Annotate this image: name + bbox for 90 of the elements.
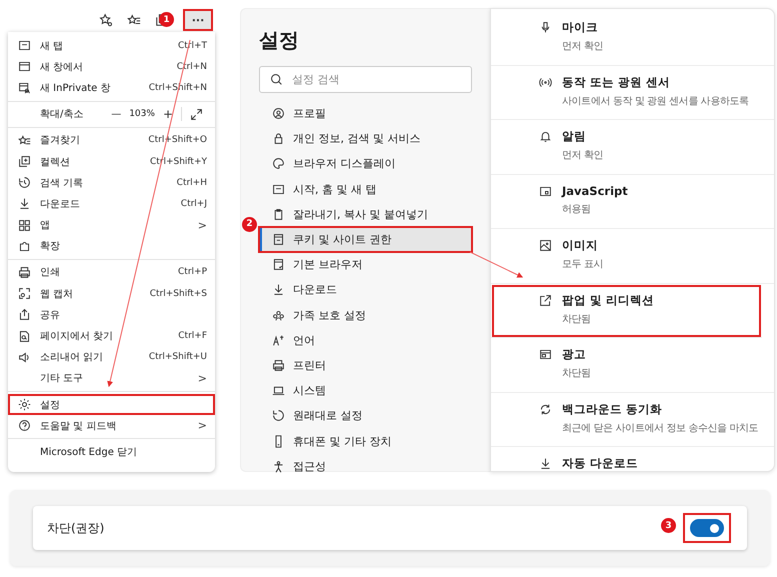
menu-item[interactable]: 웹 캡처 Ctrl+Shift+S bbox=[8, 283, 215, 304]
nav-item[interactable]: 시작, 홈 및 새 탭 bbox=[259, 176, 472, 202]
download-icon bbox=[539, 457, 552, 470]
palette-icon bbox=[272, 157, 285, 170]
nav-item[interactable]: 다운로드 bbox=[259, 277, 472, 302]
script-icon bbox=[539, 184, 552, 198]
reset-icon bbox=[272, 409, 285, 422]
arrow bbox=[470, 252, 524, 278]
nav-item[interactable]: 쿠키 및 사이트 권한 bbox=[259, 226, 472, 252]
permission-item[interactable]: 마이크 먼저 확인 bbox=[491, 11, 774, 66]
language-icon bbox=[272, 334, 285, 347]
ad-icon bbox=[539, 348, 552, 361]
zoom-in-button[interactable]: + bbox=[158, 107, 177, 122]
collections-icon bbox=[18, 155, 31, 168]
nav-item[interactable]: 기본 브라우저 bbox=[259, 252, 472, 278]
step-badge: 2 bbox=[242, 216, 257, 232]
microphone-icon bbox=[539, 21, 552, 34]
expand-icon bbox=[190, 108, 203, 121]
find-icon bbox=[18, 330, 31, 343]
window-icon bbox=[18, 81, 31, 94]
settings-icon bbox=[18, 398, 31, 412]
menu-item[interactable]: 확장 bbox=[8, 236, 215, 257]
page-icon bbox=[272, 258, 285, 272]
apps-icon bbox=[18, 218, 31, 232]
menu-item[interactable]: 설정 bbox=[8, 394, 215, 416]
permission-item[interactable]: 알림 먼저 확인 bbox=[491, 120, 774, 174]
sync-icon bbox=[539, 402, 552, 416]
tab-icon bbox=[18, 39, 31, 52]
setting-label: 차단(권장) bbox=[47, 520, 104, 536]
zoom-label: 확대/축소 bbox=[40, 108, 84, 122]
family-icon bbox=[272, 308, 285, 322]
image-icon bbox=[539, 239, 552, 252]
star-icon bbox=[127, 13, 141, 27]
toggle-switch[interactable] bbox=[690, 519, 724, 537]
download-icon bbox=[272, 283, 285, 296]
speaker-icon bbox=[18, 350, 31, 364]
popup-icon bbox=[539, 294, 552, 306]
printer-icon bbox=[18, 266, 31, 279]
nav-item[interactable]: 프로필 bbox=[259, 101, 472, 126]
menu-item[interactable]: 소리내어 읽기 Ctrl+Shift+U bbox=[8, 346, 215, 368]
menu-item[interactable]: 검색 기록 Ctrl+H bbox=[8, 172, 215, 194]
star-icon bbox=[18, 134, 31, 147]
nav-item[interactable]: 휴대폰 및 기타 장치 bbox=[259, 428, 472, 454]
bell-icon bbox=[539, 130, 552, 143]
nav-item[interactable]: 프린터 bbox=[259, 352, 472, 378]
permission-item[interactable]: 이미지 모두 표시 bbox=[491, 229, 774, 284]
permission-item[interactable]: 광고 차단됨 bbox=[491, 338, 774, 392]
search-field[interactable]: 설정 검색 bbox=[259, 66, 472, 93]
page-icon bbox=[272, 233, 285, 246]
window-icon bbox=[18, 60, 31, 74]
step-badge: 1 bbox=[159, 12, 174, 27]
permission-item[interactable]: 백그라운드 동기화 최근에 닫은 사이트에서 정보 송수신을 마치도 bbox=[491, 392, 774, 447]
nav-item[interactable]: 브라우저 디스플레이 bbox=[259, 151, 472, 177]
accessibility-icon bbox=[272, 460, 285, 473]
permission-item[interactable]: 동작 또는 광원 센서 사이트에서 동작 및 광원 센서를 사용하도록 bbox=[491, 66, 774, 120]
menu-item[interactable]: 앱 > bbox=[8, 214, 215, 236]
zoom-out-button[interactable]: — bbox=[107, 108, 126, 120]
menu-item[interactable]: 페이지에서 찾기 Ctrl+F bbox=[8, 325, 215, 347]
menu-item[interactable]: 도움말 및 피드백 > bbox=[8, 415, 215, 436]
star-icon bbox=[99, 13, 113, 27]
history-icon bbox=[18, 176, 31, 190]
tab-icon bbox=[272, 182, 285, 196]
download-icon bbox=[18, 197, 31, 210]
step-badge: 3 bbox=[661, 518, 676, 533]
more-button[interactable]: ··· bbox=[183, 9, 213, 31]
zoom-value: 103% bbox=[128, 109, 156, 120]
help-icon bbox=[18, 419, 31, 432]
menu-item[interactable]: 기타 도구 > bbox=[8, 368, 215, 389]
nav-item[interactable]: 시스템 bbox=[259, 378, 472, 404]
clipboard-icon bbox=[272, 208, 285, 221]
permission-item[interactable]: 팝업 및 리디렉션 차단됨 bbox=[491, 284, 762, 338]
laptop-icon bbox=[272, 384, 285, 398]
sensor-icon bbox=[539, 76, 552, 88]
share-icon bbox=[18, 308, 31, 322]
permission-item[interactable]: JavaScript 허용됨 bbox=[491, 174, 774, 229]
printer-icon bbox=[272, 358, 285, 372]
nav-item[interactable]: 잘라내기, 복사 및 붙여넣기 bbox=[259, 202, 472, 227]
nav-item[interactable]: 원래대로 설정 bbox=[259, 403, 472, 428]
capture-icon bbox=[18, 287, 31, 300]
menu-item[interactable]: Microsoft Edge 닫기 bbox=[8, 441, 215, 463]
nav-item[interactable]: 접근성 bbox=[259, 454, 472, 479]
menu-item[interactable]: 공유 bbox=[8, 304, 215, 326]
nav-item[interactable]: 가족 보호 설정 bbox=[259, 302, 472, 328]
nav-item[interactable]: 개인 정보, 검색 및 서비스 bbox=[259, 126, 472, 152]
menu-item[interactable]: 인쇄 Ctrl+P bbox=[8, 262, 215, 284]
menu-item[interactable]: 다운로드 Ctrl+J bbox=[8, 193, 215, 214]
nav-item[interactable]: 언어 bbox=[259, 328, 472, 353]
lock-icon bbox=[272, 132, 285, 146]
profile-icon bbox=[272, 107, 285, 120]
settings-title: 설정 bbox=[259, 27, 300, 54]
